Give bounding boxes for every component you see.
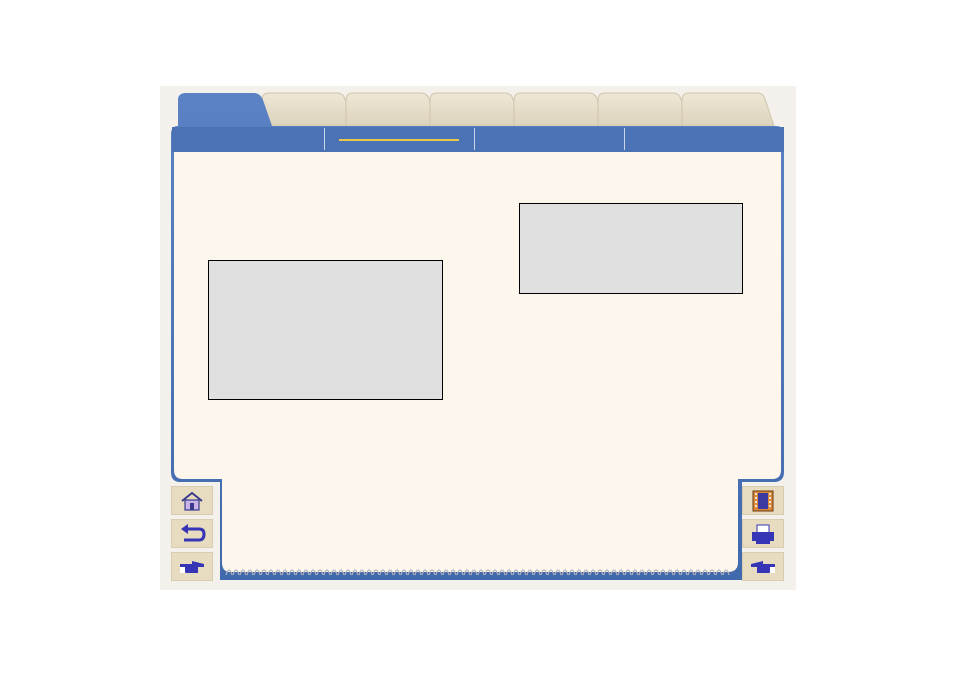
tab-6[interactable] xyxy=(598,92,682,126)
subnav-divider xyxy=(324,128,325,150)
tab-7[interactable] xyxy=(682,92,772,126)
content-image-placeholder-left xyxy=(208,260,443,400)
subnav-item-4[interactable] xyxy=(626,128,782,150)
home-icon xyxy=(181,491,203,511)
next-hand-icon xyxy=(180,560,204,573)
print-button[interactable] xyxy=(742,519,784,548)
contents-button[interactable] xyxy=(742,486,784,515)
contents-book-icon xyxy=(752,490,774,511)
tab-1[interactable] xyxy=(178,92,268,126)
content-image-placeholder-right xyxy=(519,203,743,294)
tab-4[interactable] xyxy=(430,92,514,126)
active-subnav-indicator xyxy=(339,139,459,141)
tab-2[interactable] xyxy=(262,92,346,126)
subnav-divider xyxy=(624,128,625,150)
tab-3[interactable] xyxy=(346,92,430,126)
printer-icon xyxy=(752,524,774,544)
subnav-divider xyxy=(474,128,475,150)
tab-5[interactable] xyxy=(514,92,598,126)
subnav-item-3[interactable] xyxy=(476,128,622,150)
back-arrow-icon xyxy=(181,523,206,541)
back-button[interactable] xyxy=(171,519,213,548)
subnav-item-1[interactable] xyxy=(174,128,322,150)
next-page-button[interactable] xyxy=(171,552,213,581)
previous-hand-icon xyxy=(751,560,775,573)
home-button[interactable] xyxy=(171,486,213,515)
previous-page-button[interactable] xyxy=(742,552,784,581)
